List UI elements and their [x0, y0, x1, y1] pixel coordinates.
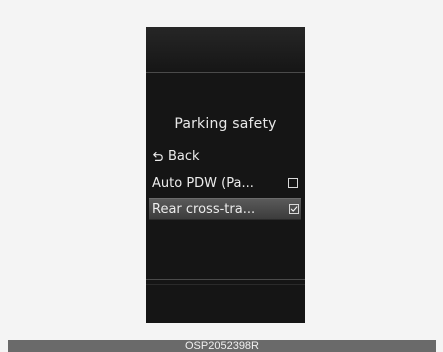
rear-cross-traffic-checkbox[interactable] [289, 204, 299, 214]
figure-caption: OSP2052398R [185, 340, 259, 352]
menu-item-back[interactable]: Back [152, 145, 300, 167]
menu-title: Parking safety [174, 116, 277, 132]
back-arrow-icon [153, 151, 163, 161]
bottom-divider-shadow [146, 284, 305, 285]
menu-item-auto-pdw-label: Auto PDW (Pa... [152, 175, 254, 191]
auto-pdw-checkbox[interactable] [288, 178, 298, 188]
bottom-divider [146, 279, 305, 280]
check-icon [290, 206, 298, 212]
menu-item-rear-cross-traffic[interactable]: Rear cross-tra... [149, 198, 301, 220]
cluster-display: Parking safety Back Auto PDW (Pa... Rear… [146, 27, 305, 323]
top-divider [146, 72, 305, 73]
display-header-bar [146, 27, 305, 72]
page: Parking safety Back Auto PDW (Pa... Rear… [0, 0, 443, 352]
menu-item-auto-pdw[interactable]: Auto PDW (Pa... [152, 172, 300, 194]
menu-item-back-label: Back [168, 148, 200, 164]
figure-caption-bar: OSP2052398R [8, 340, 436, 352]
menu-item-rear-cross-traffic-label: Rear cross-tra... [152, 201, 256, 217]
